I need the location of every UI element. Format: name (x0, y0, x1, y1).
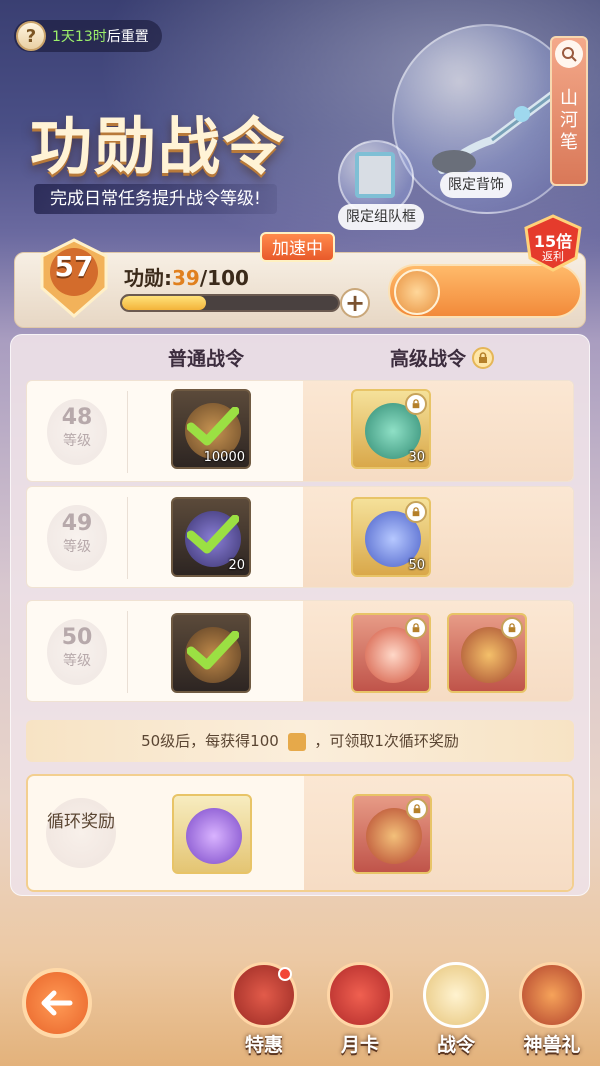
notification-dot (278, 967, 292, 981)
item-quantity: 30 (408, 450, 425, 465)
premium-reward-item-2[interactable] (447, 613, 527, 693)
gift-chest-icon (231, 962, 297, 1028)
loop-label: 循环奖励 (46, 798, 116, 868)
row-level-word: 等级 (63, 433, 91, 449)
merit-progress-fill (122, 296, 207, 310)
item-quantity: 20 (228, 558, 245, 573)
row-level-badge: 50 等级 (47, 619, 107, 685)
column-premium-header: 高级战令 (390, 344, 495, 371)
claim-icon (394, 269, 440, 315)
loop-reward-row: 循环奖励 (26, 774, 574, 892)
reward-row-49: 49 等级 20 50 (26, 486, 574, 588)
loop-premium-reward[interactable] (352, 794, 432, 874)
row-level-badge: 49 等级 (47, 505, 107, 571)
page-subtitle: 完成日常任务提升战令等级! (34, 184, 277, 214)
claimed-check-icon (187, 407, 239, 446)
item-lock-icon (501, 617, 523, 639)
row-level-number: 48 (61, 405, 93, 430)
nav-label: 神兽礼 (523, 1034, 581, 1056)
nav-label: 战令 (436, 1034, 475, 1056)
loop-normal-reward[interactable] (172, 794, 252, 874)
premium-cell-bg (304, 776, 572, 890)
reset-time: 1天13时 (52, 29, 107, 45)
normal-reward-item[interactable] (171, 613, 251, 693)
nav-item-beast-gift[interactable]: 神兽礼 (512, 962, 592, 1058)
reward-row-50: 50 等级 (26, 600, 574, 702)
merit-total: /100 (199, 266, 249, 290)
loop-note-suffix: ，可领取1次循环奖励 (314, 732, 459, 750)
boost-tag: 加速中 (260, 232, 335, 262)
normal-reward-item[interactable]: 10000 (171, 389, 251, 469)
item-quantity: 10000 (203, 450, 245, 465)
row-divider (127, 391, 128, 473)
item-quantity: 50 (408, 558, 425, 573)
side-banner[interactable]: 山河笔 (550, 36, 588, 186)
item-lock-icon (406, 798, 428, 820)
row-level-number: 50 (61, 625, 93, 650)
reset-suffix: 后重置 (106, 29, 149, 45)
merit-label-text: 功勋: (124, 266, 172, 290)
item-lock-icon (405, 501, 427, 523)
search-icon[interactable] (555, 40, 583, 68)
team-frame-icon (355, 152, 395, 198)
beast-chest-icon (519, 962, 585, 1028)
item-lock-icon (405, 393, 427, 415)
merit-current: 39 (172, 266, 200, 290)
back-button[interactable] (22, 968, 92, 1038)
showcase-tag-back: 限定背饰 (440, 172, 512, 198)
column-premium-title: 高级战令 (390, 348, 467, 370)
page-title: 功勋战令 (30, 110, 287, 183)
side-banner-title: 山河笔 (560, 88, 578, 153)
loop-note-text: 50级后，每获得100 (141, 732, 279, 750)
merit-scroll-icon (287, 732, 306, 751)
level-badge: 57 (32, 236, 116, 320)
row-level-word: 等级 (63, 539, 91, 555)
premium-reward-item[interactable] (351, 613, 431, 693)
claimed-check-icon (187, 631, 239, 670)
lock-icon (472, 346, 495, 369)
premium-reward-item[interactable]: 50 (351, 497, 431, 577)
nav-label: 特惠 (244, 1034, 283, 1056)
row-level-number: 49 (61, 511, 93, 536)
item-lock-icon (405, 617, 427, 639)
claimed-check-icon (187, 515, 239, 554)
battle-pass-icon (423, 962, 489, 1028)
row-level-badge: 48 等级 (47, 399, 107, 465)
row-divider (127, 497, 128, 579)
merit-progress-bar (120, 294, 340, 312)
nav-item-monthly-card[interactable]: 月卡 (320, 962, 400, 1058)
column-normal-title: 普通战令 (168, 348, 245, 370)
row-level-word: 等级 (63, 653, 91, 669)
level-number: 57 (54, 250, 94, 283)
premium-cell-bg (303, 601, 573, 701)
purple-bag-icon (186, 808, 242, 864)
showcase-tag-frame: 限定组队框 (338, 204, 424, 230)
merit-label: 功勋:39/100 (124, 262, 249, 291)
premium-cell-bg (303, 487, 573, 587)
premium-cell-bg (303, 381, 573, 481)
rebate-badge[interactable]: 15倍 返利 (522, 214, 584, 272)
nav-item-battle-pass[interactable]: 战令 (416, 962, 496, 1058)
monthly-card-icon (327, 962, 393, 1028)
nav-label: 月卡 (340, 1034, 379, 1056)
reset-text: 1天13时后重置 (52, 26, 149, 46)
loop-reward-note: 50级后，每获得100 ，可领取1次循环奖励 (26, 720, 574, 762)
normal-reward-item[interactable]: 20 (171, 497, 251, 577)
rebate-label: 返利 (542, 250, 564, 263)
row-divider (127, 611, 128, 693)
premium-reward-item[interactable]: 30 (351, 389, 431, 469)
nav-item-special-offer[interactable]: 特惠 (224, 962, 304, 1058)
add-merit-button[interactable]: + (340, 288, 370, 318)
help-icon[interactable]: ? (16, 21, 46, 51)
claim-all-button[interactable] (388, 264, 582, 318)
reward-row-48: 48 等级 10000 30 (26, 380, 574, 482)
reset-timer: ? 1天13时后重置 (14, 20, 162, 52)
back-arrow-icon (41, 990, 73, 1016)
